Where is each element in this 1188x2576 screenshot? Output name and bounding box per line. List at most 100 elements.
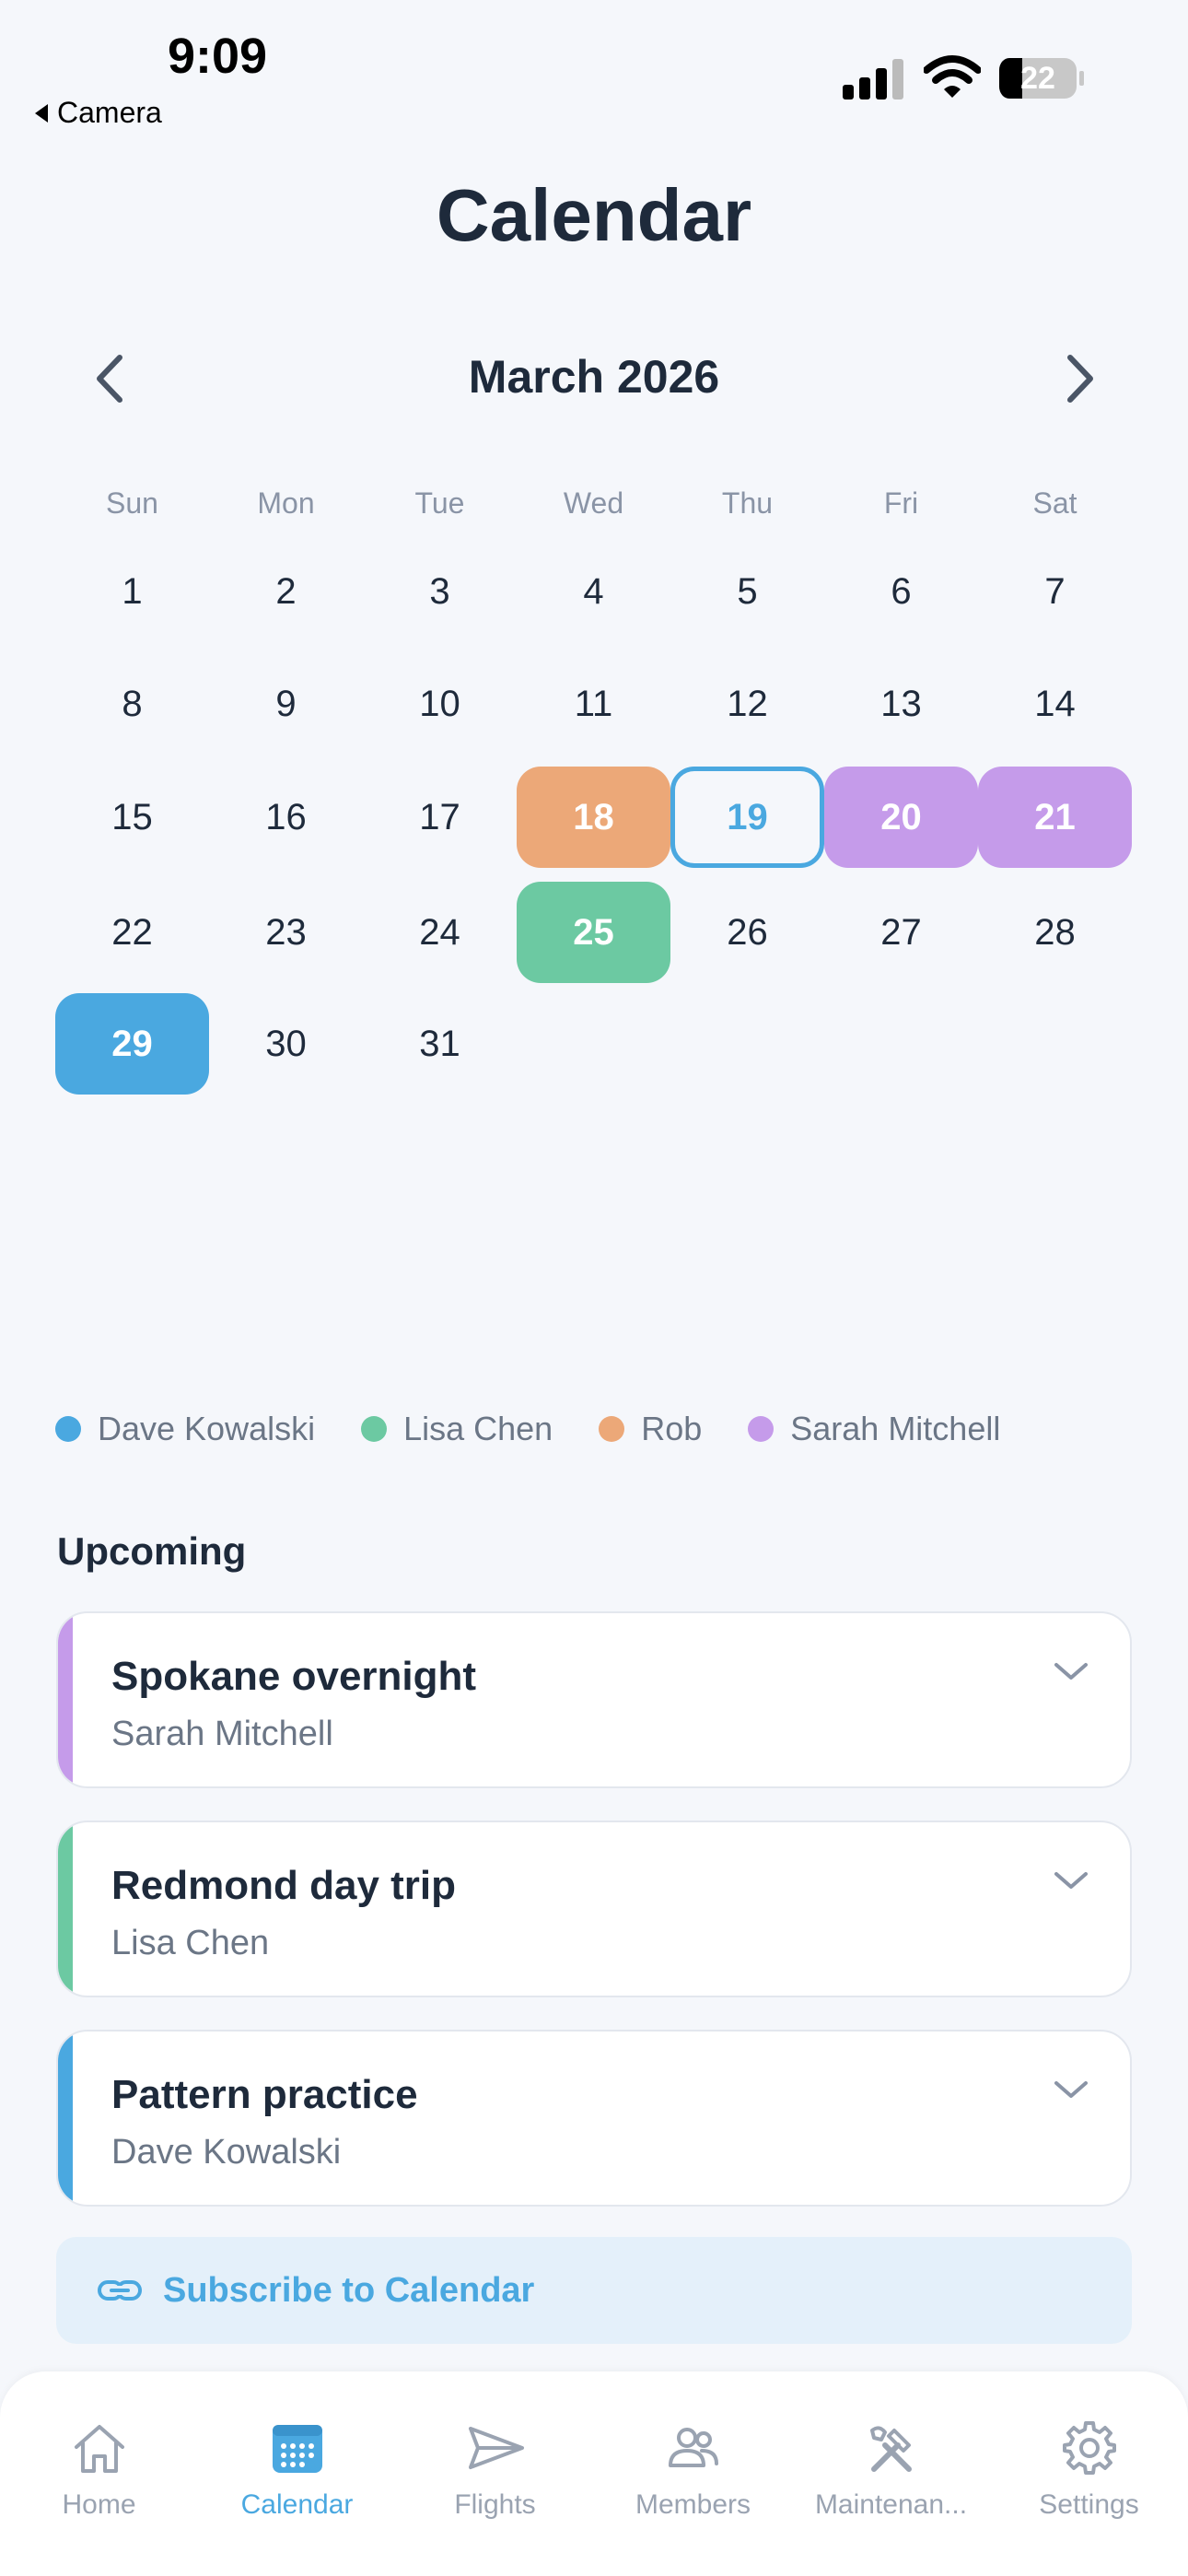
legend-label: Sarah Mitchell: [790, 1410, 1001, 1447]
event-member: Sarah Mitchell: [111, 1715, 333, 1753]
weekday-fri: Fri: [883, 486, 919, 520]
legend-item: Sarah Mitchell: [748, 1410, 1000, 1448]
chevron-down-icon[interactable]: [1053, 1657, 1089, 1685]
upcoming-event-card[interactable]: Spokane overnight Sarah Mitchell: [56, 1611, 1132, 1788]
day-cell-event-sarah-mitchell[interactable]: 20: [824, 767, 978, 868]
event-title: Redmond day trip: [111, 1863, 457, 1908]
weekday-sun: Sun: [106, 486, 158, 520]
day-cell[interactable]: 12: [670, 653, 824, 755]
event-title: Spokane overnight: [111, 1654, 477, 1699]
weekday-thu: Thu: [721, 486, 774, 520]
tools-icon: [870, 2426, 912, 2472]
day-cell-event-sarah-mitchell[interactable]: 21: [978, 767, 1132, 868]
weekday-sat: Sat: [1032, 486, 1077, 520]
event-title: Pattern practice: [111, 2072, 418, 2117]
event-member: Lisa Chen: [111, 1924, 270, 1962]
tab-calendar[interactable]: Calendar: [198, 2371, 396, 2576]
day-cell[interactable]: 13: [824, 653, 978, 755]
day-cell-event-lisa-chen[interactable]: 25: [517, 882, 670, 983]
day-cell[interactable]: 9: [209, 653, 363, 755]
day-cell[interactable]: 14: [978, 653, 1132, 755]
upcoming-event-card[interactable]: Redmond day trip Lisa Chen: [56, 1821, 1132, 1997]
day-cell-event-rob[interactable]: 18: [517, 767, 670, 868]
next-month-chevron-icon[interactable]: [1054, 348, 1105, 409]
battery-level: 22: [1020, 61, 1055, 96]
day-cell[interactable]: 16: [209, 767, 363, 868]
status-time: 9:09: [168, 29, 268, 84]
weekday-mon: Mon: [257, 486, 315, 520]
day-cell[interactable]: 28: [978, 882, 1132, 983]
legend-label: Rob: [641, 1410, 703, 1447]
day-cell[interactable]: 6: [824, 541, 978, 642]
day-cell[interactable]: 1: [55, 541, 209, 642]
tab-label: Calendar: [240, 2489, 354, 2520]
legend-dot-icon: [599, 1416, 625, 1442]
day-cell[interactable]: 22: [55, 882, 209, 983]
tab-label: Home: [62, 2489, 136, 2520]
day-cell[interactable]: 3: [363, 541, 517, 642]
month-label: March 2026: [468, 351, 720, 403]
legend-dot-icon: [361, 1416, 388, 1442]
tab-label: Settings: [1039, 2489, 1139, 2520]
day-cell[interactable]: 24: [363, 882, 517, 983]
upcoming-heading: Upcoming: [57, 1529, 247, 1573]
day-cell[interactable]: 7: [978, 541, 1132, 642]
tab-home[interactable]: Home: [0, 2371, 198, 2576]
day-cell[interactable]: 17: [363, 767, 517, 868]
day-cell[interactable]: 30: [209, 993, 363, 1095]
day-cell[interactable]: 11: [517, 653, 670, 755]
tab-label: Flights: [454, 2489, 536, 2520]
day-cell[interactable]: 31: [363, 993, 517, 1095]
battery-icon: 22: [998, 57, 1085, 100]
day-cell[interactable]: 8: [55, 653, 209, 755]
tab-members[interactable]: Members: [594, 2371, 792, 2576]
paper-plane-icon: [469, 2427, 524, 2469]
subscribe-label: Subscribe to Calendar: [163, 2270, 535, 2310]
upcoming-event-card[interactable]: Pattern practice Dave Kowalski: [56, 2030, 1132, 2207]
day-cell[interactable]: 23: [209, 882, 363, 983]
event-member: Dave Kowalski: [111, 2133, 342, 2172]
day-cell-event-dave-kowalski[interactable]: 29: [55, 993, 209, 1095]
day-cell[interactable]: 2: [209, 541, 363, 642]
members-icon: [669, 2428, 718, 2467]
day-cell[interactable]: 15: [55, 767, 209, 868]
page-title: Calendar: [436, 174, 752, 256]
member-color-bar: [58, 2032, 73, 2205]
back-label: Camera: [57, 96, 162, 129]
day-cell-today[interactable]: 19: [670, 767, 824, 868]
tab-label: Maintenan...: [814, 2489, 968, 2520]
back-to-camera-link[interactable]: Camera: [35, 96, 162, 130]
weekday-wed: Wed: [563, 486, 624, 520]
legend-item: Rob: [599, 1410, 702, 1448]
link-icon: [98, 2280, 142, 2301]
weekday-tue: Tue: [414, 486, 465, 520]
chevron-down-icon[interactable]: [1053, 2076, 1089, 2103]
legend-label: Dave Kowalski: [98, 1410, 316, 1447]
legend-item: Lisa Chen: [361, 1410, 553, 1448]
tab-maintenance[interactable]: Maintenan...: [792, 2371, 990, 2576]
tab-flights[interactable]: Flights: [396, 2371, 594, 2576]
member-color-bar: [58, 1613, 73, 1786]
member-color-bar: [58, 1822, 73, 1996]
home-icon: [75, 2425, 124, 2473]
legend-label: Lisa Chen: [403, 1410, 553, 1447]
subscribe-calendar-button[interactable]: Subscribe to Calendar: [56, 2237, 1132, 2344]
chevron-down-icon[interactable]: [1053, 1867, 1089, 1894]
bottom-tab-bar: Home Calendar Flights Members Maintenan.…: [0, 2371, 1188, 2576]
calendar-icon: [273, 2425, 322, 2473]
legend-item: Dave Kowalski: [55, 1410, 315, 1448]
day-cell[interactable]: 4: [517, 541, 670, 642]
legend-dot-icon: [55, 1416, 81, 1442]
tab-settings[interactable]: Settings: [990, 2371, 1188, 2576]
day-cell[interactable]: 27: [824, 882, 978, 983]
gear-icon: [1063, 2421, 1116, 2475]
legend-dot-icon: [748, 1416, 775, 1442]
wifi-icon: [924, 55, 981, 98]
day-cell[interactable]: 10: [363, 653, 517, 755]
back-triangle-icon: [35, 103, 48, 123]
day-cell[interactable]: 5: [670, 541, 824, 642]
tab-label: Members: [635, 2489, 751, 2520]
member-legend: Dave Kowalski Lisa Chen Rob Sarah Mitche…: [55, 1410, 1000, 1448]
cellular-signal-icon: [843, 59, 903, 100]
day-cell[interactable]: 26: [670, 882, 824, 983]
